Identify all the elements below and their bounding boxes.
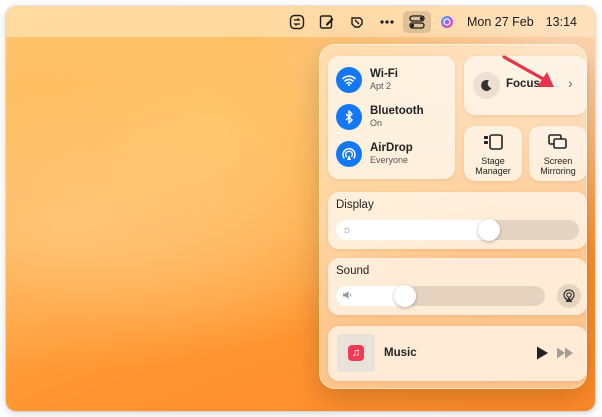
music-label: Music: [384, 347, 417, 359]
desktop-window: Mon 27 Feb 13:14 Wi-Fi Apt 2 Bluetooth O…: [6, 6, 595, 411]
more-dots-icon[interactable]: [373, 11, 401, 33]
screen-record-icon[interactable]: [283, 11, 311, 33]
sound-title: Sound: [336, 265, 370, 277]
sun-icon: ☼: [342, 224, 353, 236]
siri-icon[interactable]: [433, 11, 461, 33]
menubar-time[interactable]: 13:14: [540, 15, 583, 29]
bluetooth-title: Bluetooth: [370, 105, 424, 117]
display-brightness-slider[interactable]: ☼: [336, 219, 579, 241]
bluetooth-toggle[interactable]: Bluetooth On: [336, 104, 424, 130]
chevron-right-icon[interactable]: ›: [568, 75, 573, 91]
menubar-date[interactable]: Mon 27 Feb: [461, 15, 540, 29]
screen-mirroring-tile[interactable]: Screen Mirroring: [529, 126, 587, 181]
airdrop-title: AirDrop: [370, 142, 413, 154]
stage-manager-icon: [464, 134, 522, 150]
music-note-icon: ♫: [348, 345, 364, 361]
network-tile: Wi-Fi Apt 2 Bluetooth On AirDrop Everyon…: [328, 56, 455, 179]
music-tile: ♫ Music: [328, 326, 587, 381]
screen-mirroring-label-1: Screen: [543, 156, 573, 166]
sound-volume-slider[interactable]: [336, 285, 545, 307]
note-edit-icon[interactable]: [313, 11, 341, 33]
airdrop-icon: [336, 141, 362, 167]
screen-mirroring-label-2: Mirroring: [540, 166, 576, 176]
sound-tile: Sound: [328, 258, 587, 315]
wifi-subtitle: Apt 2: [370, 81, 392, 91]
wifi-toggle[interactable]: Wi-Fi Apt 2: [336, 67, 398, 93]
stage-manager-tile[interactable]: Stage Manager: [464, 126, 522, 181]
airplay-audio-icon: [563, 289, 575, 302]
wifi-title: Wi-Fi: [370, 68, 398, 80]
wifi-icon: [336, 67, 362, 93]
display-tile: Display ☼: [328, 192, 587, 249]
speaker-icon: [342, 290, 353, 303]
album-art[interactable]: ♫: [337, 334, 375, 372]
screen-mirroring-icon: [529, 134, 587, 150]
play-icon[interactable]: [535, 345, 549, 361]
fast-forward-icon[interactable]: [556, 346, 574, 360]
control-center-panel: Wi-Fi Apt 2 Bluetooth On AirDrop Everyon…: [319, 44, 587, 389]
annotation-arrow: [502, 55, 554, 87]
airdrop-subtitle: Everyone: [370, 155, 409, 165]
control-center-icon[interactable]: [403, 10, 431, 33]
airdrop-toggle[interactable]: AirDrop Everyone: [336, 141, 413, 167]
bluetooth-subtitle: On: [370, 118, 383, 128]
stage-manager-label-1: Stage: [481, 156, 505, 166]
bluetooth-icon: [336, 104, 362, 130]
menu-bar: Mon 27 Feb 13:14: [6, 6, 595, 37]
airplay-audio-button[interactable]: [557, 284, 581, 308]
sound-slider-knob[interactable]: [393, 285, 416, 307]
stage-manager-label-2: Manager: [475, 166, 511, 176]
display-title: Display: [336, 199, 374, 211]
display-slider-fill: [336, 220, 501, 240]
display-slider-knob[interactable]: [478, 219, 501, 241]
cursor-app-icon[interactable]: [343, 11, 371, 33]
moon-icon: [473, 72, 500, 99]
